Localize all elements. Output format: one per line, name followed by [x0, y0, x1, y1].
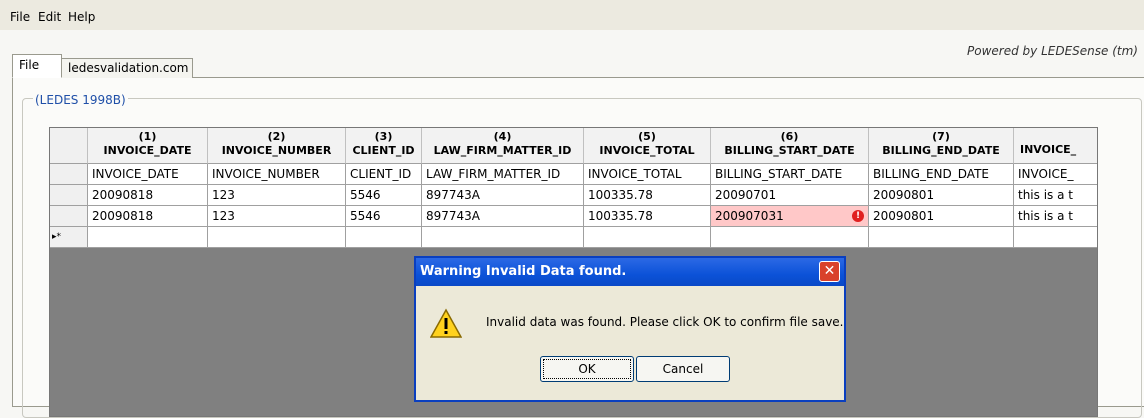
table-cell[interactable]: 20090801 [869, 206, 1014, 227]
tab-file[interactable]: File [12, 54, 62, 78]
dialog-title: Warning Invalid Data found. [416, 258, 844, 286]
table-cell[interactable]: BILLING_END_DATE [869, 164, 1014, 185]
table-cell[interactable] [711, 227, 869, 248]
row-header-corner [50, 128, 88, 164]
row-header[interactable] [50, 185, 88, 206]
column-number: (1) [138, 130, 157, 143]
new-row-marker: ▸* [50, 227, 88, 248]
powered-by-label: Powered by LEDESense (tm) [967, 44, 1138, 58]
column-header[interactable]: (5) INVOICE_TOTAL [584, 128, 711, 164]
column-name: CLIENT_ID [352, 144, 415, 157]
table-cell[interactable]: INVOICE_TOTAL [584, 164, 711, 185]
cancel-button[interactable]: Cancel [636, 356, 730, 382]
column-number: (3) [374, 130, 393, 143]
warning-dialog: Warning Invalid Data found. ✕ Invalid da… [414, 256, 846, 402]
dialog-message: Invalid data was found. Please click OK … [486, 315, 844, 329]
grid-header-row: (1) INVOICE_DATE (2) INVOICE_NUMBER (3) CLI… [50, 128, 1097, 164]
cell-value: 200907031 [715, 209, 784, 223]
column-name: BILLING_START_DATE [724, 144, 855, 157]
column-name: INVOICE_TOTAL [599, 144, 695, 157]
column-header[interactable]: (6) BILLING_START_DATE [711, 128, 869, 164]
column-name: LAW_FIRM_MATTER_ID [433, 144, 572, 157]
table-cell[interactable]: LAW_FIRM_MATTER_ID [422, 164, 584, 185]
table-cell[interactable]: 20090701 [711, 185, 869, 206]
table-cell[interactable]: BILLING_START_DATE [711, 164, 869, 185]
table-cell[interactable]: 5546 [346, 185, 422, 206]
warning-icon [430, 308, 462, 338]
row-header[interactable] [50, 206, 88, 227]
table-row: 20090818 123 5546 897743A 100335.78 2009… [50, 206, 1097, 227]
column-number: (6) [780, 130, 799, 143]
table-cell[interactable]: 20090818 [88, 185, 208, 206]
column-number: (2) [267, 130, 286, 143]
table-cell[interactable]: 897743A [422, 185, 584, 206]
table-cell[interactable]: 100335.78 [584, 185, 711, 206]
menu-file[interactable]: File [10, 10, 30, 24]
column-header[interactable]: (2) INVOICE_NUMBER [208, 128, 346, 164]
table-cell[interactable] [1014, 227, 1097, 248]
table-cell[interactable]: 5546 [346, 206, 422, 227]
menu-help[interactable]: Help [68, 10, 95, 24]
table-cell[interactable]: 897743A [422, 206, 584, 227]
column-number: (5) [638, 130, 656, 143]
column-header[interactable]: (7) BILLING_END_DATE [869, 128, 1014, 164]
column-name: INVOICE_ [1020, 143, 1077, 156]
table-row: 20090818 123 5546 897743A 100335.78 2009… [50, 185, 1097, 206]
table-cell[interactable]: 20090818 [88, 206, 208, 227]
column-name: INVOICE_NUMBER [221, 144, 332, 157]
table-cell[interactable]: 123 [208, 206, 346, 227]
close-icon[interactable]: ✕ [819, 261, 840, 282]
column-header[interactable]: (1) INVOICE_DATE [88, 128, 208, 164]
menu-edit[interactable]: Edit [38, 10, 61, 24]
column-number: (4) [493, 130, 512, 143]
table-cell[interactable]: this is a t [1014, 206, 1097, 227]
new-table-row: ▸* [50, 227, 1097, 248]
menu-bar: File Edit Help [0, 0, 1144, 30]
table-row: INVOICE_DATE INVOICE_NUMBER CLIENT_ID LA… [50, 164, 1097, 185]
column-name: BILLING_END_DATE [882, 144, 1000, 157]
column-header[interactable]: INVOICE_ [1014, 128, 1097, 164]
table-cell[interactable]: 123 [208, 185, 346, 206]
table-cell[interactable]: this is a t [1014, 185, 1097, 206]
table-cell[interactable] [208, 227, 346, 248]
row-header[interactable] [50, 164, 88, 185]
column-header[interactable]: (4) LAW_FIRM_MATTER_ID [422, 128, 584, 164]
table-cell[interactable] [346, 227, 422, 248]
group-title: (LEDES 1998B) [33, 93, 128, 107]
table-cell[interactable] [869, 227, 1014, 248]
column-number: (7) [932, 130, 950, 143]
table-cell[interactable]: 20090801 [869, 185, 1014, 206]
table-cell[interactable]: INVOICE_ [1014, 164, 1097, 185]
table-cell[interactable] [422, 227, 584, 248]
ok-button[interactable]: OK [540, 356, 634, 382]
table-cell[interactable]: CLIENT_ID [346, 164, 422, 185]
table-cell[interactable] [584, 227, 711, 248]
table-cell[interactable]: 100335.78 [584, 206, 711, 227]
table-cell[interactable]: INVOICE_DATE [88, 164, 208, 185]
tab-ledesvalidation[interactable]: ledesvalidation.com [61, 58, 193, 78]
invalid-table-cell[interactable]: 200907031! [711, 206, 869, 227]
table-cell[interactable]: INVOICE_NUMBER [208, 164, 346, 185]
column-header[interactable]: (3) CLIENT_ID [346, 128, 422, 164]
table-cell[interactable] [88, 227, 208, 248]
error-icon: ! [852, 210, 864, 222]
column-name: INVOICE_DATE [103, 144, 192, 157]
